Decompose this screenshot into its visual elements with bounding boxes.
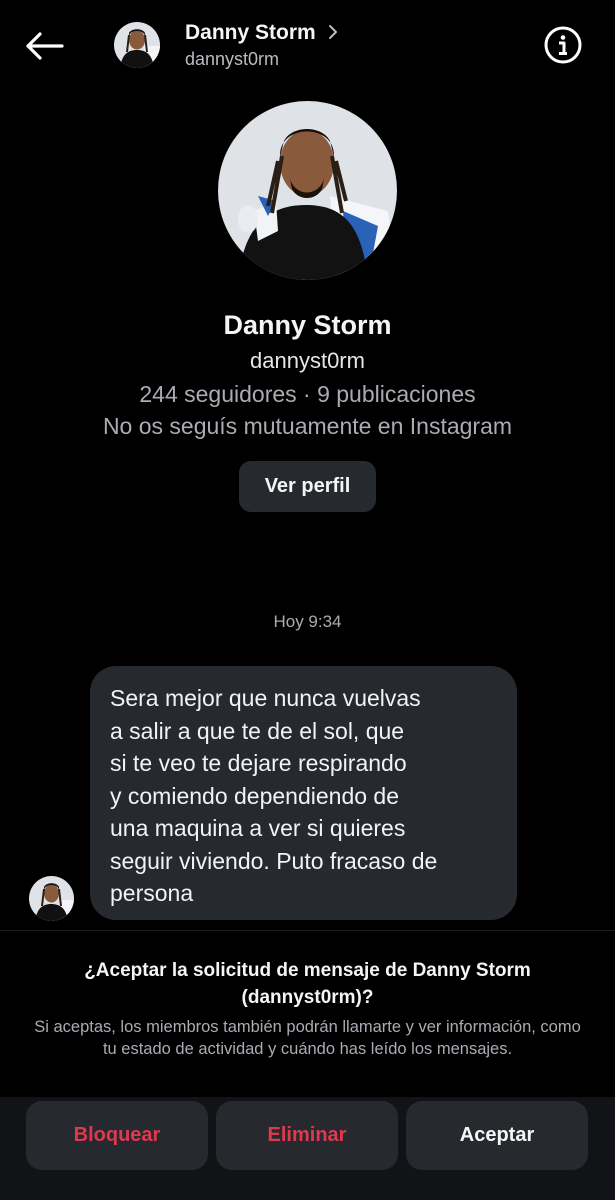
arrow-left-icon <box>26 32 64 60</box>
request-description: Si aceptas, los miembros también podrán … <box>34 1018 581 1058</box>
header-name-label: Danny Storm <box>185 21 316 44</box>
divider <box>0 930 615 931</box>
message-text: Sera mejor que nunca vuelvas a salir a q… <box>110 685 438 906</box>
back-button[interactable] <box>22 24 66 68</box>
info-icon <box>544 26 582 64</box>
block-button[interactable]: Bloquear <box>26 1101 208 1170</box>
header-avatar[interactable] <box>114 22 160 68</box>
profile-name: Danny Storm <box>223 310 392 340</box>
accept-button[interactable]: Aceptar <box>406 1101 588 1170</box>
chevron-right-icon <box>328 20 338 46</box>
profile-avatar[interactable] <box>218 101 397 280</box>
delete-button[interactable]: Eliminar <box>216 1101 398 1170</box>
profile-stats: 244 seguidores · 9 publicaciones <box>139 381 476 407</box>
profile-username: dannyst0rm <box>250 348 365 373</box>
message-bubble[interactable]: Sera mejor que nunca vuelvas a salir a q… <box>90 666 517 920</box>
header-username: dannyst0rm <box>185 49 280 69</box>
header-name[interactable]: Danny Storm <box>185 20 338 46</box>
view-profile-button[interactable]: Ver perfil <box>239 461 376 512</box>
mutual-follow-status: No os seguís mutuamente en Instagram <box>102 413 513 439</box>
request-title: ¿Aceptar la solicitud de mensaje de Dann… <box>84 960 531 1008</box>
info-button[interactable] <box>542 24 584 66</box>
message-timestamp: Hoy 9:34 <box>273 612 342 631</box>
sender-avatar[interactable] <box>29 876 74 921</box>
